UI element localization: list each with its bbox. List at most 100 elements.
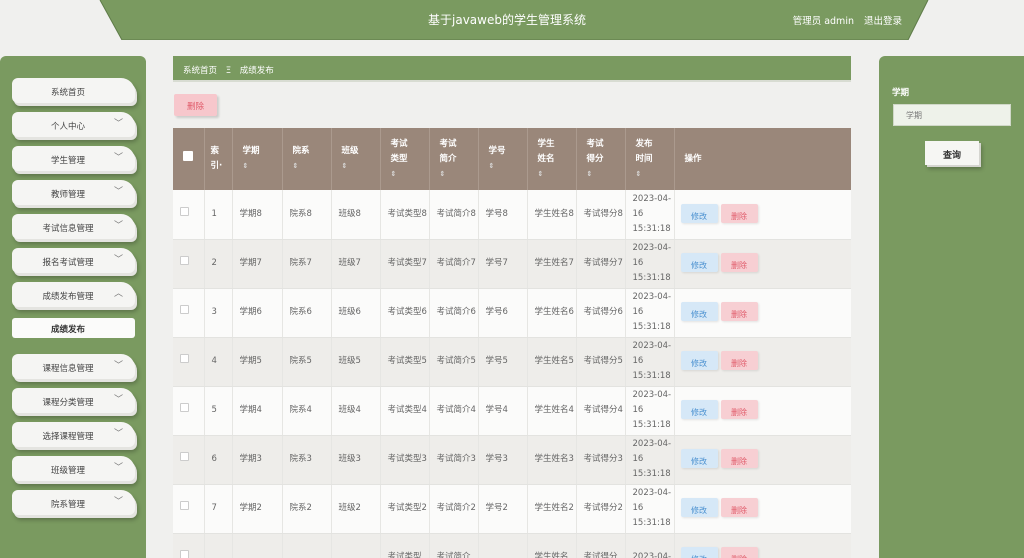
top-header: 基于javaweb的学生管理系统 管理员 admin 退出登录 bbox=[0, 0, 1024, 40]
column-header-4[interactable]: 考试 类型 ⇕ bbox=[380, 128, 430, 190]
sidebar-item-label: 个人中心 bbox=[50, 122, 85, 132]
breadcrumb-home[interactable]: 系统首页 bbox=[183, 66, 217, 76]
sort-icon[interactable]: ⇕ bbox=[440, 167, 478, 182]
column-header-7[interactable]: 学生 姓名 ⇕ bbox=[527, 128, 577, 190]
row-checkbox[interactable] bbox=[180, 403, 189, 412]
edit-button[interactable]: 修改 bbox=[680, 400, 718, 419]
sort-icon[interactable]: ⇕ bbox=[636, 167, 674, 182]
sidebar-item-9[interactable]: 课程分类管理 ﹀ bbox=[12, 388, 135, 413]
cell-sid: 学号3 bbox=[478, 435, 528, 485]
table-row: 2 学期7 院系7 班级7 考试类型7 考试简介7 学号7 学生姓名7 考试得分7 2023-04… bbox=[173, 239, 851, 289]
row-select-cell bbox=[173, 239, 205, 289]
delete-button[interactable]: 删除 bbox=[720, 498, 758, 517]
table-row: 3 学期6 院系6 班级6 考试类型6 考试简介6 学号6 学生姓名6 考试得分6 2023-04… bbox=[173, 288, 851, 338]
delete-button[interactable]: 删除 bbox=[720, 203, 758, 223]
column-header-5[interactable]: 考试 简介 ⇕ bbox=[429, 128, 479, 190]
search-button[interactable]: 查询 bbox=[925, 141, 979, 165]
sort-icon[interactable]: ⇕ bbox=[243, 159, 282, 174]
row-checkbox[interactable] bbox=[180, 305, 189, 314]
sort-icon[interactable]: ⇕ bbox=[587, 167, 625, 182]
batch-delete-button[interactable]: 删除 bbox=[174, 94, 217, 116]
sidebar-item-label: 选择课程管理 bbox=[42, 432, 94, 442]
edit-button[interactable]: 修改 bbox=[680, 498, 718, 517]
search-term-input[interactable] bbox=[893, 104, 1011, 126]
sidebar-item-6[interactable]: 成绩发布管理 ︿ bbox=[12, 282, 135, 307]
sidebar-item-label: 系统首页 bbox=[50, 88, 85, 98]
edit-button[interactable]: 修改 bbox=[680, 449, 718, 468]
chevron-down-icon: ﹀ bbox=[113, 153, 123, 163]
cell-name: 学生姓名7 bbox=[527, 239, 577, 289]
row-checkbox[interactable] bbox=[180, 256, 189, 265]
column-header-1[interactable]: 学期 ⇕ bbox=[232, 128, 283, 190]
column-header-6[interactable]: 学号 ⇕ bbox=[478, 128, 528, 190]
cell-term: 学期2 bbox=[232, 484, 283, 534]
delete-button[interactable]: 删除 bbox=[720, 302, 758, 321]
chevron-down-icon: ﹀ bbox=[113, 119, 123, 129]
edit-button[interactable]: 修改 bbox=[680, 351, 718, 370]
sort-icon[interactable]: ⇕ bbox=[342, 159, 380, 174]
cell-term: 学期6 bbox=[232, 288, 283, 338]
sidebar-item-0[interactable]: 系统首页 bbox=[12, 78, 135, 103]
sidebar-item-7[interactable]: 成绩发布 bbox=[12, 318, 135, 338]
cell-time: 2023-04-16 15:31:18 bbox=[625, 190, 675, 240]
sidebar-item-5[interactable]: 报名考试管理 ﹀ bbox=[12, 248, 135, 273]
delete-button[interactable]: 删除 bbox=[720, 547, 758, 558]
row-checkbox[interactable] bbox=[180, 501, 189, 510]
row-checkbox[interactable] bbox=[180, 206, 189, 216]
column-header-label: 院系 bbox=[292, 146, 310, 156]
edit-button[interactable]: 修改 bbox=[680, 253, 718, 272]
sidebar-item-label: 课程分类管理 bbox=[42, 398, 94, 408]
sidebar-item-12[interactable]: 院系管理 ﹀ bbox=[12, 490, 135, 515]
row-checkbox[interactable] bbox=[180, 354, 189, 363]
edit-button[interactable]: 修改 bbox=[680, 203, 718, 223]
chevron-down-icon: ﹀ bbox=[113, 361, 123, 371]
row-select-cell bbox=[173, 386, 205, 436]
row-checkbox[interactable] bbox=[180, 550, 189, 558]
admin-username: 管理员 admin bbox=[792, 16, 854, 27]
sidebar-item-10[interactable]: 选择课程管理 ﹀ bbox=[12, 422, 135, 447]
edit-button[interactable]: 修改 bbox=[680, 547, 718, 558]
sidebar-item-label: 报名考试管理 bbox=[42, 258, 94, 268]
sidebar-item-3[interactable]: 教师管理 ﹀ bbox=[12, 180, 135, 205]
sidebar-item-4[interactable]: 考试信息管理 ﹀ bbox=[12, 214, 135, 239]
cell-sid: 学号5 bbox=[478, 337, 528, 387]
cell-cls: 班级6 bbox=[331, 288, 381, 338]
column-header-9[interactable]: 发布 时间 ⇕ bbox=[625, 128, 675, 190]
cell-cls: 班级2 bbox=[331, 484, 381, 534]
column-header-label: 发布 时间 bbox=[635, 138, 653, 164]
delete-button[interactable]: 删除 bbox=[720, 253, 758, 272]
column-header-3[interactable]: 班级 ⇕ bbox=[331, 128, 381, 190]
cell-name: 学生姓名4 bbox=[527, 386, 577, 436]
cell-type: 考试类型6 bbox=[380, 288, 430, 338]
cell-term: 学期3 bbox=[232, 435, 283, 485]
cell-time: 2023-04-16 15:31:18 bbox=[625, 435, 675, 485]
sort-icon[interactable]: ⇕ bbox=[489, 159, 527, 174]
delete-button[interactable]: 删除 bbox=[720, 400, 758, 419]
sidebar-item-8[interactable]: 课程信息管理 ﹀ bbox=[12, 354, 135, 379]
cell-cls: 班级8 bbox=[331, 190, 381, 240]
sort-icon[interactable]: ⇕ bbox=[293, 159, 331, 174]
sidebar-item-2[interactable]: 学生管理 ﹀ bbox=[12, 146, 135, 171]
breadcrumb: 系统首页 Ξ 成绩发布 bbox=[173, 56, 851, 80]
column-header-8[interactable]: 考试 得分 ⇕ bbox=[576, 128, 626, 190]
logout-link[interactable]: 退出登录 bbox=[864, 13, 902, 27]
delete-button[interactable]: 删除 bbox=[720, 351, 758, 370]
cell-sid: 学号6 bbox=[478, 288, 528, 338]
sidebar-item-1[interactable]: 个人中心 ﹀ bbox=[12, 112, 135, 137]
chevron-down-icon: ﹀ bbox=[113, 395, 123, 405]
cell-score: 考试得分2 bbox=[576, 484, 626, 534]
delete-button[interactable]: 删除 bbox=[720, 449, 758, 468]
row-select-cell bbox=[173, 288, 205, 338]
edit-button[interactable]: 修改 bbox=[680, 302, 718, 321]
column-header-2[interactable]: 院系 ⇕ bbox=[282, 128, 332, 190]
cell-time: 2023-04-16 15:31:18 bbox=[625, 337, 675, 387]
cell-name: 学生姓名5 bbox=[527, 337, 577, 387]
cell-type: 考试类型 bbox=[380, 533, 430, 558]
select-all-checkbox[interactable] bbox=[183, 151, 194, 161]
column-header-0[interactable]: 索 引· bbox=[204, 128, 233, 190]
table-row: 考试类型考试简介学生姓名考试得分2023-04-修改删除 bbox=[173, 533, 851, 558]
row-checkbox[interactable] bbox=[180, 452, 189, 461]
sort-icon[interactable]: ⇕ bbox=[391, 167, 429, 182]
sort-icon[interactable]: ⇕ bbox=[538, 167, 576, 182]
sidebar-item-11[interactable]: 班级管理 ﹀ bbox=[12, 456, 135, 481]
